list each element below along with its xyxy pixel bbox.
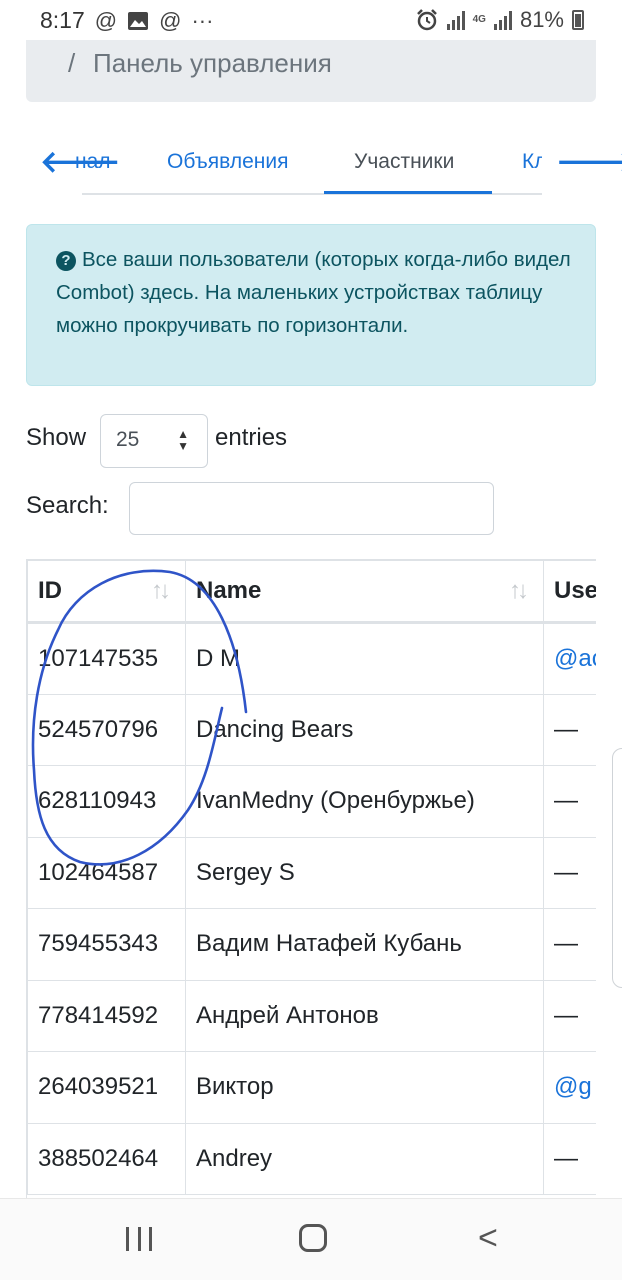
cell-username: —: [543, 979, 596, 1052]
signal-icon: [446, 10, 465, 30]
question-circle-icon: ?: [56, 251, 76, 271]
signal-icon: [493, 10, 512, 30]
table-row[interactable]: 107147535D M@ac: [27, 622, 596, 695]
scroll-handle[interactable]: [612, 748, 622, 988]
back-icon[interactable]: <: [478, 1219, 498, 1258]
cell-username[interactable]: @g: [543, 1051, 596, 1124]
more-icon: ···: [191, 7, 214, 33]
breadcrumb: / Панель управления: [26, 40, 596, 102]
tab-announcements[interactable]: Объявления: [167, 150, 288, 174]
cell-id: 628110943: [27, 765, 186, 838]
column-header-name-label: Name: [196, 577, 262, 604]
tab-next[interactable]: Кл: [522, 150, 542, 174]
cell-username: —: [543, 908, 596, 981]
cell-id: 102464587: [27, 836, 186, 909]
navigation-bar: <: [0, 1198, 622, 1280]
status-bar: 8:17 @ @ ··· 4G 81%: [0, 0, 622, 44]
tab-members[interactable]: Участники: [354, 150, 454, 174]
column-header-username-label: Use: [554, 577, 596, 604]
at-icon: @: [159, 7, 182, 33]
table-row[interactable]: 778414592 Андрей Антонов —: [27, 979, 596, 1052]
table-row[interactable]: 388502464 Andrey —: [27, 1122, 596, 1195]
tab-channel[interactable]: нал: [75, 150, 111, 174]
cell-id: 524570796: [27, 693, 186, 766]
table-row[interactable]: 628110943 IvanMedny (Оренбуржье) —: [27, 765, 596, 838]
tab-bar: 🡐 нал Объявления Участники Кл 🡒: [0, 128, 622, 198]
table-header-row: ID ↑↓ Name ↑↓ Use: [27, 560, 596, 624]
cell-id: 264039521: [27, 1051, 186, 1124]
recent-apps-icon[interactable]: [126, 1227, 152, 1251]
network-type: 4G: [472, 14, 486, 25]
alarm-icon: [416, 9, 437, 31]
cell-name: Вадим Натафей Кубань: [185, 908, 544, 981]
members-table: ID↑↓ Name↑↓ Use 107147535D M@ac524570796…: [27, 560, 596, 1195]
breadcrumb-separator: /: [68, 48, 76, 78]
cell-name: D M: [185, 622, 544, 695]
at-icon: @: [94, 7, 118, 33]
sort-icon[interactable]: ↑↓: [151, 577, 171, 605]
table-row[interactable]: 524570796 Dancing Bears —: [27, 693, 596, 766]
table-row[interactable]: 759455343 Вадим Натафей Кубань —: [27, 908, 596, 981]
battery-percent: 81%: [519, 7, 564, 32]
sort-icon[interactable]: ↑↓: [509, 577, 529, 605]
info-alert-text: ? Все ваши пользователи (которых когда-ли…: [56, 243, 576, 342]
info-alert-message: Все ваши пользователи (которых когда-либ…: [56, 248, 571, 337]
battery-icon: [572, 10, 584, 30]
arrow-right-icon[interactable]: 🡒: [556, 144, 622, 180]
cell-name: Dancing Bears: [185, 693, 544, 766]
cell-id: 778414592: [27, 979, 186, 1052]
breadcrumb-current: Панель управления: [93, 48, 332, 78]
cell-name: Андрей Антонов: [185, 979, 544, 1052]
cell-name: Виктор: [185, 1051, 544, 1124]
entries-label: entries: [215, 424, 288, 451]
table-row[interactable]: 102464587 Sergey S —: [27, 836, 596, 909]
image-icon: [128, 11, 149, 30]
column-header-name[interactable]: Name ↑↓: [185, 560, 544, 624]
show-label: Show: [26, 424, 87, 451]
cell-name: IvanMedny (Оренбуржье): [185, 765, 544, 838]
status-time: 8:17: [40, 7, 85, 33]
entries-select-value: 25: [116, 428, 140, 451]
table-row[interactable]: 264039521 Виктор @g: [27, 1051, 596, 1124]
search-label: Search:: [26, 492, 109, 519]
search-input[interactable]: [129, 482, 494, 535]
home-icon[interactable]: [299, 1224, 327, 1252]
cell-username: —: [543, 693, 596, 766]
info-alert: ? Все ваши пользователи (которых когда-ли…: [26, 224, 596, 386]
column-header-id-label: ID: [38, 577, 62, 604]
cell-id: 107147535: [27, 622, 186, 695]
members-table-container[interactable]: ID↑↓ Name↑↓ Use 107147535D M@ac524570796…: [26, 559, 596, 1199]
column-header-id[interactable]: ID ↑↓: [27, 560, 186, 624]
column-header-username[interactable]: Use: [543, 560, 596, 624]
cell-name: Sergey S: [185, 836, 544, 909]
cell-username: —: [543, 836, 596, 909]
cell-username: —: [543, 1122, 596, 1195]
cell-username[interactable]: @ac: [543, 622, 596, 695]
cell-name: Andrey: [185, 1122, 544, 1195]
select-caret-icon: ▲ ▼: [177, 427, 189, 453]
cell-username: —: [543, 765, 596, 838]
cell-id: 759455343: [27, 908, 186, 981]
active-tab-indicator: [324, 191, 492, 194]
entries-select[interactable]: 25 ▲ ▼: [100, 414, 208, 468]
cell-id: 388502464: [27, 1122, 186, 1195]
